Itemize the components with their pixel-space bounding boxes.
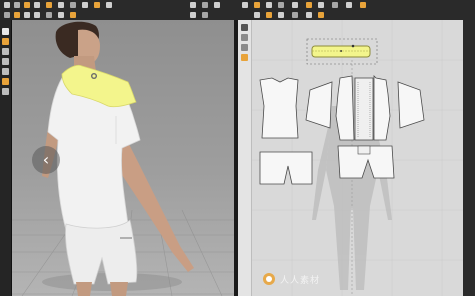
transform-icon[interactable]	[82, 2, 88, 8]
dart-icon[interactable]	[292, 2, 298, 8]
save-icon[interactable]	[14, 2, 20, 8]
pattern-piece-back[interactable]	[259, 77, 299, 139]
trace-icon[interactable]	[346, 2, 352, 8]
object-browser-icon[interactable]	[2, 28, 9, 35]
viewport-2d-canvas	[252, 20, 463, 296]
pattern-piece-pocket[interactable]	[357, 145, 371, 155]
viewport-2d[interactable]: 人人素材	[252, 20, 463, 296]
menu-toolbar-row	[0, 0, 475, 10]
brush-icon[interactable]	[4, 12, 10, 18]
avatar-icon[interactable]	[202, 2, 208, 8]
curve-icon[interactable]	[266, 12, 272, 18]
display-icon[interactable]	[190, 2, 196, 8]
undo-icon[interactable]	[24, 2, 30, 8]
pattern-pen-icon[interactable]	[241, 54, 248, 61]
viewport-3d[interactable]: ‹	[12, 20, 234, 296]
grade-icon[interactable]	[360, 2, 366, 8]
circle-icon[interactable]	[278, 2, 284, 8]
right-panel-scroll[interactable]	[463, 20, 475, 296]
edit-pattern-icon[interactable]	[242, 2, 248, 8]
pattern-select-icon[interactable]	[241, 24, 248, 31]
fabric-icon[interactable]	[14, 12, 20, 18]
main-toolbar	[0, 0, 475, 21]
view-icon[interactable]	[190, 12, 196, 18]
sewing-icon[interactable]	[318, 2, 324, 8]
seam-icon[interactable]	[306, 2, 312, 8]
light-icon[interactable]	[2, 68, 9, 75]
hanger-icon[interactable]	[2, 48, 9, 55]
measure-icon[interactable]	[58, 12, 64, 18]
previous-view-button[interactable]: ‹	[32, 146, 60, 174]
zoom-icon[interactable]	[202, 12, 208, 18]
simulate-icon[interactable]	[46, 2, 52, 8]
fold-icon[interactable]	[106, 2, 112, 8]
left-toolbar	[0, 20, 12, 296]
pattern-add-icon[interactable]	[241, 44, 248, 51]
redo-icon[interactable]	[34, 2, 40, 8]
avatar-figure[interactable]	[42, 21, 194, 296]
rectangle-icon[interactable]	[266, 2, 272, 8]
move-icon[interactable]	[58, 2, 64, 8]
pattern-piece-shorts-back[interactable]	[259, 151, 313, 185]
notch-icon[interactable]	[332, 2, 338, 8]
material-icon[interactable]	[2, 78, 9, 85]
internal-line-icon[interactable]	[292, 12, 298, 18]
pattern-piece-front-left[interactable]	[335, 75, 355, 141]
selection-icon[interactable]	[2, 38, 9, 45]
pin-icon[interactable]	[94, 2, 100, 8]
symmetry-icon[interactable]	[306, 12, 312, 18]
select-icon[interactable]	[70, 2, 76, 8]
pattern-piece-front-right[interactable]	[373, 75, 391, 141]
pattern-piece-placket[interactable]	[354, 77, 374, 141]
layer-icon[interactable]	[2, 88, 9, 95]
pattern-toolbar	[238, 20, 252, 296]
texture-icon[interactable]	[214, 2, 220, 8]
pattern-edit-icon[interactable]	[241, 34, 248, 41]
watermark: 人人素材	[262, 272, 332, 286]
watermark-logo-icon	[263, 273, 275, 285]
file-icon[interactable]	[4, 2, 10, 8]
tape-icon[interactable]	[46, 12, 52, 18]
segment-icon[interactable]	[254, 12, 260, 18]
watermark-text: 人人素材	[280, 276, 321, 286]
polygon-icon[interactable]	[254, 2, 260, 8]
pattern-piece-sleeve-left[interactable]	[305, 81, 333, 129]
camera-view-icon[interactable]	[2, 58, 9, 65]
camera-icon[interactable]	[70, 12, 76, 18]
chevron-left-icon: ‹	[42, 150, 50, 169]
button-icon[interactable]	[24, 12, 30, 18]
pattern-piece-sleeve-right[interactable]	[397, 81, 425, 129]
offset-icon[interactable]	[278, 12, 284, 18]
zipper-icon[interactable]	[34, 12, 40, 18]
tool-toolbar-row	[0, 10, 475, 20]
annotation-icon[interactable]	[318, 12, 324, 18]
